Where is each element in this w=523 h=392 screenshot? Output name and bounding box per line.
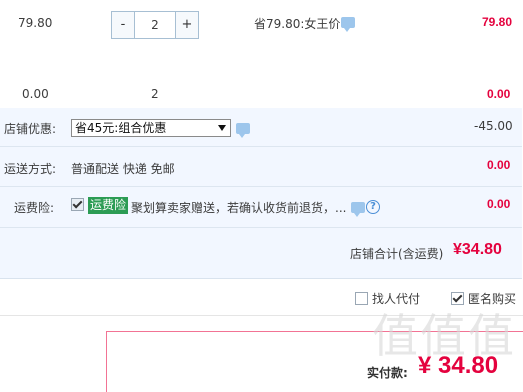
divider <box>0 146 522 147</box>
insurance-amount: 0.00 <box>487 197 511 211</box>
promo-text: 省79.80:女王价 <box>254 17 341 31</box>
watermark: 值值值 <box>372 309 516 363</box>
insurance-tag: 运费险 <box>88 197 129 214</box>
divider <box>0 227 522 228</box>
item-subtotal: 79.80 <box>482 15 513 29</box>
discount-amount: -45.00 <box>474 119 513 133</box>
insurance-label: 运费险: <box>14 201 55 215</box>
decrement-button[interactable]: - <box>112 12 134 38</box>
shop-total-amount: ¥34.80 <box>453 241 502 258</box>
shipping-amount: 0.00 <box>487 158 511 172</box>
shop-total-label: 店铺合计(含运费) <box>350 247 444 261</box>
shipping-label: 运送方式: <box>4 162 57 176</box>
discount-selected-value: 省45元:组合优惠 <box>75 121 167 135</box>
chat-icon[interactable] <box>341 17 355 32</box>
insurance-text: 聚划算卖家赠送，若确认收货前退货，... <box>131 201 347 215</box>
discount-select[interactable]: 省45元:组合优惠 <box>71 119 231 137</box>
dropdown-arrow-icon <box>218 125 226 131</box>
shop-discount-label: 店铺优惠: <box>4 122 57 136</box>
proxy-pay-checkbox[interactable] <box>355 292 368 305</box>
increment-button[interactable]: + <box>176 12 198 38</box>
divider <box>0 186 522 187</box>
quantity-stepper[interactable]: - 2 + <box>111 11 199 39</box>
summary-quantity: 2 <box>151 87 159 101</box>
item-unit-price: 79.80 <box>18 16 53 30</box>
quantity-input[interactable]: 2 <box>134 12 176 38</box>
help-icon[interactable]: ? <box>366 200 380 214</box>
insurance-checkbox[interactable] <box>71 198 84 211</box>
chat-icon[interactable] <box>351 202 365 217</box>
shipping-method: 普通配送 快递 免邮 <box>71 162 175 176</box>
summary-unit-price: 0.00 <box>22 87 49 101</box>
payment-label: 实付款: <box>367 366 408 380</box>
chat-icon[interactable] <box>236 123 250 138</box>
summary-subtotal: 0.00 <box>487 87 511 101</box>
